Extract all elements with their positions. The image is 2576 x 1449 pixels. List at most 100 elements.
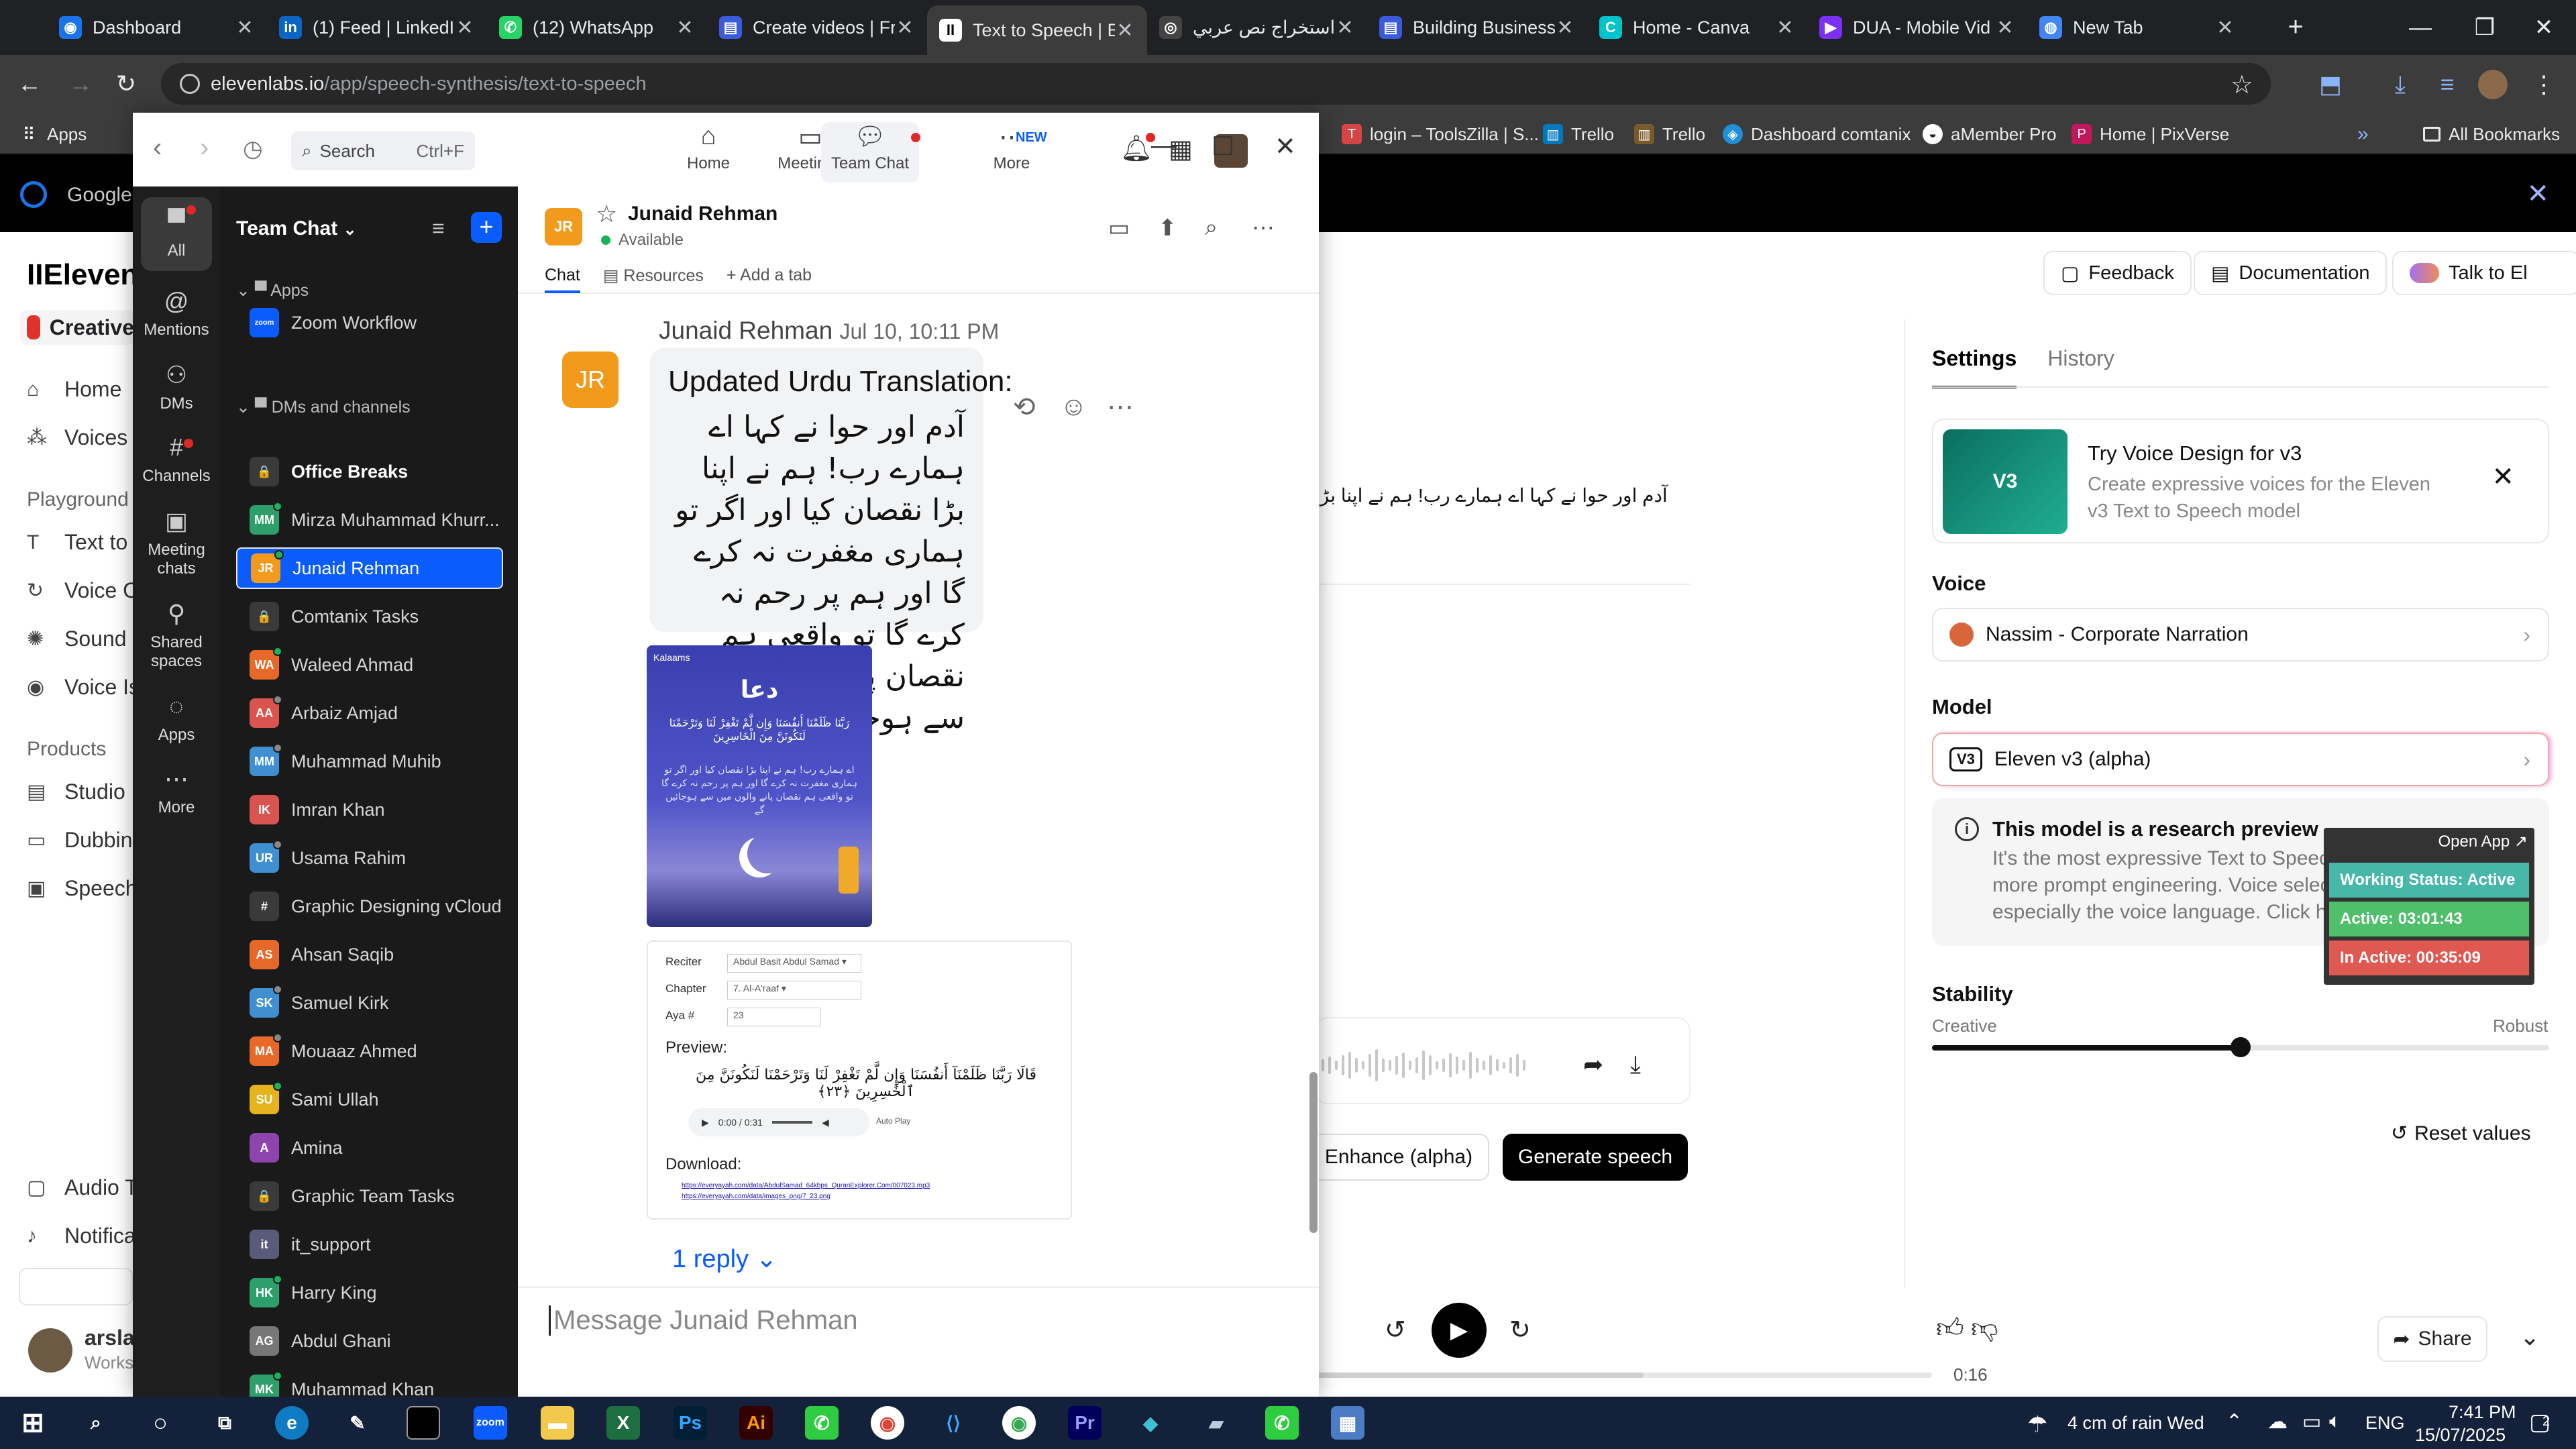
feedback-button[interactable]: ▢ Feedback [2043,251,2192,295]
sender-avatar[interactable]: JR [562,352,619,408]
back-button[interactable]: ← [13,68,46,101]
playback-progress[interactable] [1315,1373,1932,1378]
forward-icon[interactable]: › [200,133,209,163]
windows-start-icon[interactable]: ⊞ [16,1406,50,1440]
photoshop-icon[interactable]: Ps [674,1406,707,1440]
weather-icon[interactable]: ☂ [2027,1411,2047,1438]
tab-chat[interactable]: Chat [545,266,580,293]
media-controls-icon[interactable]: ≡ [2431,68,2463,101]
quran-explorer-screenshot[interactable]: Reciter Abdul Basit Abdul Samad ▾ Chapte… [647,941,1072,1220]
language-indicator[interactable]: ENG [2365,1413,2405,1434]
rail-all[interactable]: ▀ All [141,197,212,271]
close-tab-icon[interactable]: ✕ [1115,19,1135,42]
profile-avatar[interactable] [2478,70,2508,99]
forward-button[interactable]: → [64,68,97,101]
app-icon[interactable]: ▰ [1199,1406,1233,1440]
voice-design-promo[interactable]: V3 Try Voice Design for v3 Create expres… [1932,419,2549,543]
forward-icon[interactable]: ↻ [1509,1315,1531,1345]
rail-channels[interactable]: # Channels [133,433,220,486]
new-chat-button[interactable]: + [471,212,502,243]
zoom-minimize-button[interactable]: — [1151,131,1177,160]
conversation-item[interactable]: AS Ahsan Saqib [236,934,503,975]
conversation-item[interactable]: SK Samuel Kirk [236,982,503,1024]
browser-tab[interactable]: ◍ New Tab ✕ [2027,7,2247,48]
tab-resources[interactable]: ▤ Resources [603,266,704,293]
volume-icon[interactable]: 🔈︎ [2329,1410,2341,1433]
extensions-icon[interactable]: ⬒ [2314,68,2347,101]
bookmark-item[interactable]: ◈ Dashboard comtanix [1723,121,1911,148]
tts-text-content[interactable]: آدم اور حوا نے کہا اے ہمارے رب! ہم نے اپ… [1315,484,1668,506]
cortana-icon[interactable]: ○ [144,1406,177,1440]
task-view-icon[interactable]: ⧉ [208,1406,241,1440]
voice-selector[interactable]: Nassim - Corporate Narration › [1932,608,2549,661]
add-tab-button[interactable]: + Add a tab [727,266,812,293]
app-icon[interactable]: ◆ [1134,1406,1167,1440]
close-tab-icon[interactable]: ✕ [675,16,695,40]
download-icon[interactable]: ⤓ [1630,1051,1641,1079]
illustrator-icon[interactable]: Ai [739,1406,773,1440]
conversation-item[interactable]: UR Usama Rahim [236,837,503,879]
team-chat-dropdown[interactable]: Team Chat ⌄ [236,217,357,240]
group-apps[interactable]: ⌄ ▀ Apps [236,280,309,301]
reply-icon[interactable]: ⟲ [1013,392,1036,423]
zoom-close-button[interactable]: ✕ [1275,131,1296,162]
chrome-icon[interactable]: ◉ [871,1406,904,1440]
conversation-item[interactable]: # Graphic Designing vCloud [236,885,503,927]
browser-tab[interactable]: in (1) Feed | LinkedIn ✕ [267,7,487,48]
rail-meeting-chats[interactable]: ▣ Meeting chats [133,507,220,578]
chevron-down-icon[interactable]: ⌄ [2520,1323,2540,1351]
browser-tab[interactable]: ◎ استخراج نص عربي ✕ [1147,7,1367,48]
weather-text[interactable]: 4 cm of rain Wed [2068,1413,2204,1434]
conversation-item[interactable]: IK Imran Khan [236,789,503,830]
rail-more[interactable]: ⋯ More [133,765,220,817]
conversation-item[interactable]: MM Muhammad Muhib [236,741,503,782]
vscode-icon[interactable]: ⟨⟩ [936,1406,970,1440]
tab-team-chat[interactable]: 💬︎ Team Chat [821,122,919,182]
rail-apps[interactable]: ◌ Apps [133,692,220,745]
slider-handle[interactable] [2231,1037,2251,1057]
close-tab-icon[interactable]: ✕ [1335,16,1355,40]
premiere-icon[interactable]: Pr [1068,1406,1102,1440]
nav-voice-isolator[interactable]: ◉ Voice Is [27,675,140,700]
chat-scrollbar[interactable] [1308,294,1319,1287]
conversation-item[interactable]: HK Harry King [236,1272,503,1313]
rail-shared-spaces[interactable]: ⚲ Shared spaces [133,600,220,671]
workspace-selector[interactable]: Creative [20,310,134,345]
thumbs-up-icon[interactable]: 👍︎ [1936,1312,1964,1344]
conversation-item[interactable]: MK Muhammad Khan [236,1368,503,1397]
browser-tab[interactable]: ◉ Dashboard ✕ [47,7,267,48]
user-avatar[interactable] [28,1328,72,1373]
nav-studio[interactable]: ▤ Studio [27,780,125,804]
chrome-menu-icon[interactable]: ⋮ [2528,68,2560,101]
conversation-item[interactable]: zoom Zoom Workflow [236,302,503,343]
restore-button[interactable]: ❐ [2453,0,2517,55]
edge-icon[interactable]: e [275,1406,309,1440]
nav-home[interactable]: ⌂ Home [27,377,121,402]
onedrive-icon[interactable]: ☁ [2267,1410,2288,1434]
browser-tab[interactable]: ▤ Create videos | Fr ✕ [707,7,927,48]
close-icon[interactable]: ✕ [2491,462,2514,492]
documentation-button[interactable]: ▤ Documentation [2194,251,2387,295]
url-text[interactable]: elevenlabs.io/app/speech-synthesis/text-… [211,73,647,95]
conversation-item[interactable]: MA Mouaaz Ahmed [236,1030,503,1072]
network-icon[interactable]: ▭ [2302,1410,2321,1434]
site-info-icon[interactable] [180,74,200,94]
enhance-button[interactable]: Enhance (alpha) [1308,1134,1489,1181]
more-options-icon[interactable]: ⋯ [1107,392,1134,423]
zoom-taskbar-icon[interactable]: zoom [474,1406,507,1440]
close-tab-icon[interactable]: ✕ [235,16,255,40]
close-icon[interactable]: ✕ [2526,178,2549,209]
star-icon[interactable]: ☆ [596,200,617,228]
conversation-item[interactable]: SU Sami Ullah [236,1079,503,1120]
close-tab-icon[interactable]: ✕ [1555,16,1575,40]
message-composer[interactable]: Message Junaid Rehman [518,1287,1319,1397]
nav-audio[interactable]: ▢ Audio T [27,1175,138,1200]
nav-dubbing[interactable]: ▭ Dubbing [27,828,144,853]
bookmark-star-icon[interactable]: ☆ [2231,70,2253,100]
rail-dms[interactable]: ⚇ DMs [133,361,220,413]
new-tab-button[interactable]: + [2279,12,2312,44]
phone-icon[interactable]: ✆ [805,1406,839,1440]
download-icon[interactable]: ⤓ [2384,68,2416,101]
browser-tab[interactable]: C Home - Canva ✕ [1587,7,1807,48]
bookmark-item[interactable]: ▥ Trello [1634,121,1705,148]
